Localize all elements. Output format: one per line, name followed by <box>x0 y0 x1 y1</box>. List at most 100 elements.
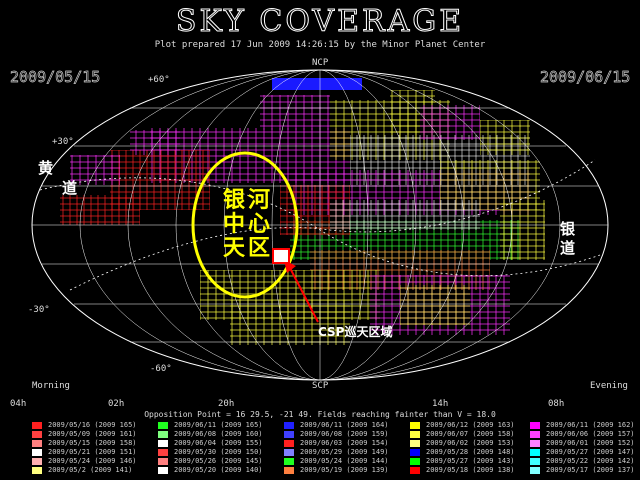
legend-label: 2009/05/09 (2009 161) <box>48 430 137 438</box>
evening-label: Evening <box>590 381 628 391</box>
csp-survey-label: CSP巡天区域 <box>318 325 393 339</box>
ra-label-14h: 14h <box>432 399 449 409</box>
legend-swatch <box>284 440 294 447</box>
legend-entry: 2009/06/08 (2009 160) <box>158 431 263 438</box>
legend-label: 2009/05/28 (2009 148) <box>426 448 515 456</box>
legend-entry: 2009/06/11 (2009 164) <box>284 422 389 429</box>
legend-swatch <box>32 449 42 456</box>
legend-label: 2009/05/19 (2009 139) <box>300 466 389 474</box>
legend-label: 2009/06/07 (2009 158) <box>426 430 515 438</box>
legend-entry: 2009/06/01 (2009 152) <box>530 440 635 447</box>
legend-label: 2009/05/15 (2009 158) <box>48 439 137 447</box>
legend-label: 2009/05/21 (2009 151) <box>48 448 137 456</box>
legend-swatch <box>158 422 168 429</box>
legend-label: 2009/06/11 (2009 162) <box>546 421 635 429</box>
legend-entry: 2009/05/15 (2009 158) <box>32 440 137 447</box>
legend-entry: 2009/06/11 (2009 162) <box>530 422 635 429</box>
legend-swatch <box>410 458 420 465</box>
legend-label: 2009/05/24 (2009 144) <box>300 457 389 465</box>
legend-entry: 2009/05/24 (2009 146) <box>32 458 137 465</box>
galaxy-label-2: 道 <box>560 239 576 257</box>
legend-label: 2009/05/24 (2009 146) <box>48 457 137 465</box>
legend-swatch <box>410 440 420 447</box>
ra-label-04h: 04h <box>10 399 27 409</box>
legend-label: 2009/05/29 (2009 149) <box>300 448 389 456</box>
legend-entry: 2009/05/29 (2009 149) <box>284 449 389 456</box>
legend-swatch <box>530 422 540 429</box>
legend-label: 2009/05/18 (2009 138) <box>426 466 515 474</box>
ra-label-02h: 02h <box>108 399 125 409</box>
legend-swatch <box>410 449 420 456</box>
gc-label-6: 区 <box>248 236 271 261</box>
legend-swatch <box>410 431 420 438</box>
dec-minus60-label: -60° <box>150 364 172 374</box>
legend-label: 2009/06/12 (2009 163) <box>426 421 515 429</box>
ra-label-08h: 08h <box>548 399 565 409</box>
legend-label: 2009/05/16 (2009 165) <box>48 421 137 429</box>
legend-label: 2009/05/26 (2009 145) <box>174 457 263 465</box>
morning-label: Morning <box>32 381 70 391</box>
legend-label: 2009/05/30 (2009 150) <box>174 448 263 456</box>
legend-entry: 2009/05/21 (2009 151) <box>32 449 137 456</box>
legend-swatch <box>158 440 168 447</box>
legend-swatch <box>530 449 540 456</box>
legend-entry: 2009/05/2 (2009 141) <box>32 467 132 474</box>
legend-swatch <box>410 467 420 474</box>
legend-label: 2009/06/06 (2009 157) <box>546 430 635 438</box>
dec-plus60-label: +60° <box>148 75 170 85</box>
legend-label: 2009/05/20 (2009 140) <box>174 466 263 474</box>
legend-entry: 2009/05/17 (2009 137) <box>530 467 635 474</box>
legend-swatch <box>284 449 294 456</box>
legend-label: 2009/06/03 (2009 154) <box>300 439 389 447</box>
legend-swatch <box>158 458 168 465</box>
legend-entry: 2009/05/09 (2009 161) <box>32 431 137 438</box>
legend-entry: 2009/05/30 (2009 150) <box>158 449 263 456</box>
ecliptic-label-2: 道 <box>62 179 78 197</box>
csp-field-marker <box>272 248 290 264</box>
legend-swatch <box>32 458 42 465</box>
opposition-note: Opposition Point = 16 29.5, -21 49. Fiel… <box>144 410 496 419</box>
legend-entry: 2009/05/24 (2009 144) <box>284 458 389 465</box>
legend-entry: 2009/06/08 (2009 159) <box>284 431 389 438</box>
legend-swatch <box>158 467 168 474</box>
legend-swatch <box>530 431 540 438</box>
legend-entry: 2009/05/20 (2009 140) <box>158 467 263 474</box>
legend-label: 2009/06/02 (2009 153) <box>426 439 515 447</box>
legend-swatch <box>284 422 294 429</box>
legend-entry: 2009/05/16 (2009 165) <box>32 422 137 429</box>
legend-entry: 2009/06/04 (2009 155) <box>158 440 263 447</box>
legend-swatch <box>32 440 42 447</box>
scp-label: SCP <box>312 381 329 391</box>
legend-swatch <box>158 449 168 456</box>
legend-entry: 2009/06/06 (2009 157) <box>530 431 635 438</box>
ecliptic-label-1: 黄 <box>38 159 54 177</box>
legend-entry: 2009/05/19 (2009 139) <box>284 467 389 474</box>
legend-entry: 2009/05/18 (2009 138) <box>410 467 515 474</box>
legend-swatch <box>284 431 294 438</box>
legend-entry: 2009/05/22 (2009 142) <box>530 458 635 465</box>
legend-label: 2009/06/04 (2009 155) <box>174 439 263 447</box>
legend-entry: 2009/05/26 (2009 145) <box>158 458 263 465</box>
legend-entry: 2009/05/27 (2009 143) <box>410 458 515 465</box>
legend-swatch <box>284 467 294 474</box>
legend-swatch <box>158 431 168 438</box>
legend-entry: 2009/05/28 (2009 148) <box>410 449 515 456</box>
legend-label: 2009/05/27 (2009 143) <box>426 457 515 465</box>
legend-label: 2009/06/01 (2009 152) <box>546 439 635 447</box>
legend-swatch <box>284 458 294 465</box>
legend-entry: 2009/06/12 (2009 163) <box>410 422 515 429</box>
legend-entry: 2009/06/11 (2009 165) <box>158 422 263 429</box>
legend-swatch <box>530 458 540 465</box>
ra-label-20h: 20h <box>218 399 235 409</box>
legend-swatch <box>410 422 420 429</box>
dec-plus30-label: +30° <box>52 137 74 147</box>
legend-swatch <box>32 422 42 429</box>
legend-entry: 2009/05/27 (2009 147) <box>530 449 635 456</box>
legend-label: 2009/06/11 (2009 165) <box>174 421 263 429</box>
legend-swatch <box>530 440 540 447</box>
legend-entry: 2009/06/02 (2009 153) <box>410 440 515 447</box>
dec-minus30-label: -30° <box>28 305 50 315</box>
gc-label-5: 天 <box>223 236 246 261</box>
legend-label: 2009/05/22 (2009 142) <box>546 457 635 465</box>
legend-label: 2009/05/17 (2009 137) <box>546 466 635 474</box>
